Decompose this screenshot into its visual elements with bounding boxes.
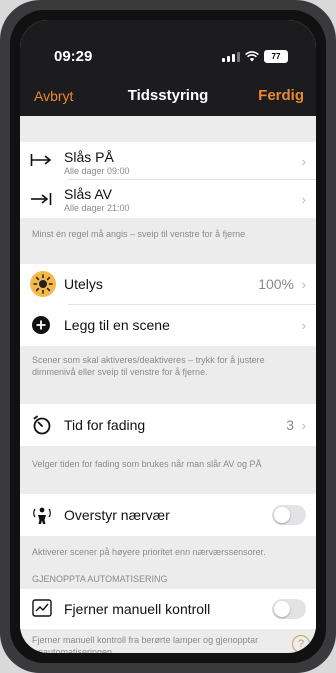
schedule-on-row[interactable]: Slås PÅ Alle dager 09:00 › xyxy=(20,142,316,179)
fading-value: 3 xyxy=(286,417,294,433)
timer-icon xyxy=(33,415,51,435)
scene-dim-value: 100% xyxy=(258,276,294,292)
manual-control-note: Fjerner manuell kontroll fra berørte lam… xyxy=(32,635,259,653)
fading-note: Velger tiden for fading som brukes når m… xyxy=(32,459,262,469)
schedule-on-label: Slås PÅ xyxy=(64,149,114,165)
schedule-on-sub: Alle dager 09:00 xyxy=(64,166,130,176)
turn-on-icon xyxy=(30,154,52,166)
presence-toggle[interactable] xyxy=(272,505,306,525)
presence-sensor-icon xyxy=(33,507,51,524)
help-icon[interactable]: ? xyxy=(292,635,310,653)
presence-label: Overstyr nærvær xyxy=(64,507,170,523)
resume-section-header: GJENOPPTA AUTOMATISERING xyxy=(32,574,168,584)
wifi-icon xyxy=(245,51,259,62)
manual-control-label: Fjerner manuell kontroll xyxy=(64,601,211,617)
top-bar: 09:29 77 Avbryt Tidsstyring Ferdig xyxy=(20,20,316,116)
status-bar: 09:29 77 xyxy=(20,48,316,68)
fading-label: Tid for fading xyxy=(64,417,146,433)
screen: 09:29 77 Avbryt Tidsstyring Ferdig Slås … xyxy=(20,20,316,653)
manual-control-toggle[interactable] xyxy=(272,599,306,619)
add-scene-label: Legg til en scene xyxy=(64,317,170,333)
sun-icon xyxy=(30,271,56,297)
add-scene-row[interactable]: Legg til en scene › xyxy=(20,305,316,346)
fading-row[interactable]: Tid for fading 3 › xyxy=(20,404,316,446)
presence-row: Overstyr nærvær xyxy=(20,494,316,536)
manual-control-icon xyxy=(32,599,52,617)
scene-row-utelys[interactable]: Utelys 100% › xyxy=(20,264,316,304)
chevron-right-icon: › xyxy=(301,418,306,433)
manual-control-row: Fjerner manuell kontroll xyxy=(20,589,316,629)
presence-note: Aktiverer scener på høyere prioritet enn… xyxy=(32,547,266,557)
scenes-note: Scener som skal aktiveres/deaktiveres – … xyxy=(32,355,265,377)
schedule-off-sub: Alle dager 21:00 xyxy=(64,203,130,213)
battery-icon: 77 xyxy=(264,50,288,63)
nav-bar: Avbryt Tidsstyring Ferdig xyxy=(20,84,316,106)
chevron-right-icon: › xyxy=(301,277,306,292)
phone-frame: 09:29 77 Avbryt Tidsstyring Ferdig Slås … xyxy=(0,0,336,673)
phone-bezel: 09:29 77 Avbryt Tidsstyring Ferdig Slås … xyxy=(10,10,326,663)
schedule-group: Slås PÅ Alle dager 09:00 › Slås AV Alle … xyxy=(20,142,316,218)
signal-icon xyxy=(222,51,240,62)
add-circle-icon xyxy=(32,316,50,334)
schedule-off-label: Slås AV xyxy=(64,186,112,202)
status-icons: 77 xyxy=(222,50,288,63)
scenes-group: Utelys 100% › Legg til en scene › xyxy=(20,264,316,346)
turn-off-icon xyxy=(31,193,52,205)
chevron-right-icon: › xyxy=(301,154,306,169)
chevron-right-icon: › xyxy=(301,318,306,333)
chevron-right-icon: › xyxy=(301,192,306,207)
schedule-note: Minst én regel må angis – sveip til vens… xyxy=(32,229,246,239)
done-button[interactable]: Ferdig xyxy=(258,87,304,104)
status-time: 09:29 xyxy=(54,48,93,65)
scene-label: Utelys xyxy=(64,276,103,292)
schedule-off-row[interactable]: Slås AV Alle dager 21:00 › xyxy=(20,180,316,218)
